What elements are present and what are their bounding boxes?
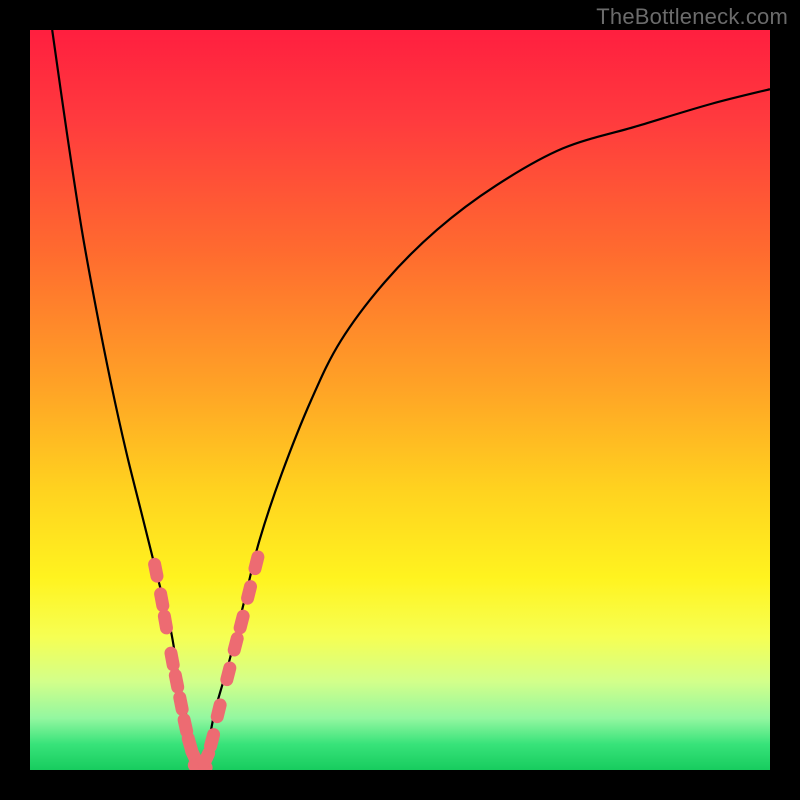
marker-group [148, 550, 266, 770]
watermark-text: TheBottleneck.com [596, 4, 788, 30]
data-marker [220, 661, 238, 687]
data-marker [210, 698, 227, 724]
data-marker [168, 668, 184, 694]
data-marker [148, 557, 164, 583]
data-marker [157, 609, 173, 635]
data-marker [248, 550, 265, 576]
data-marker [240, 579, 257, 605]
data-marker [173, 690, 189, 716]
plot-area [30, 30, 770, 770]
data-marker [154, 587, 170, 613]
chart-frame [30, 30, 770, 770]
chart-svg [30, 30, 770, 770]
data-marker [203, 727, 221, 753]
bottleneck-curve [52, 30, 770, 770]
data-marker [164, 646, 180, 672]
data-marker [233, 609, 251, 635]
data-marker [227, 631, 245, 657]
